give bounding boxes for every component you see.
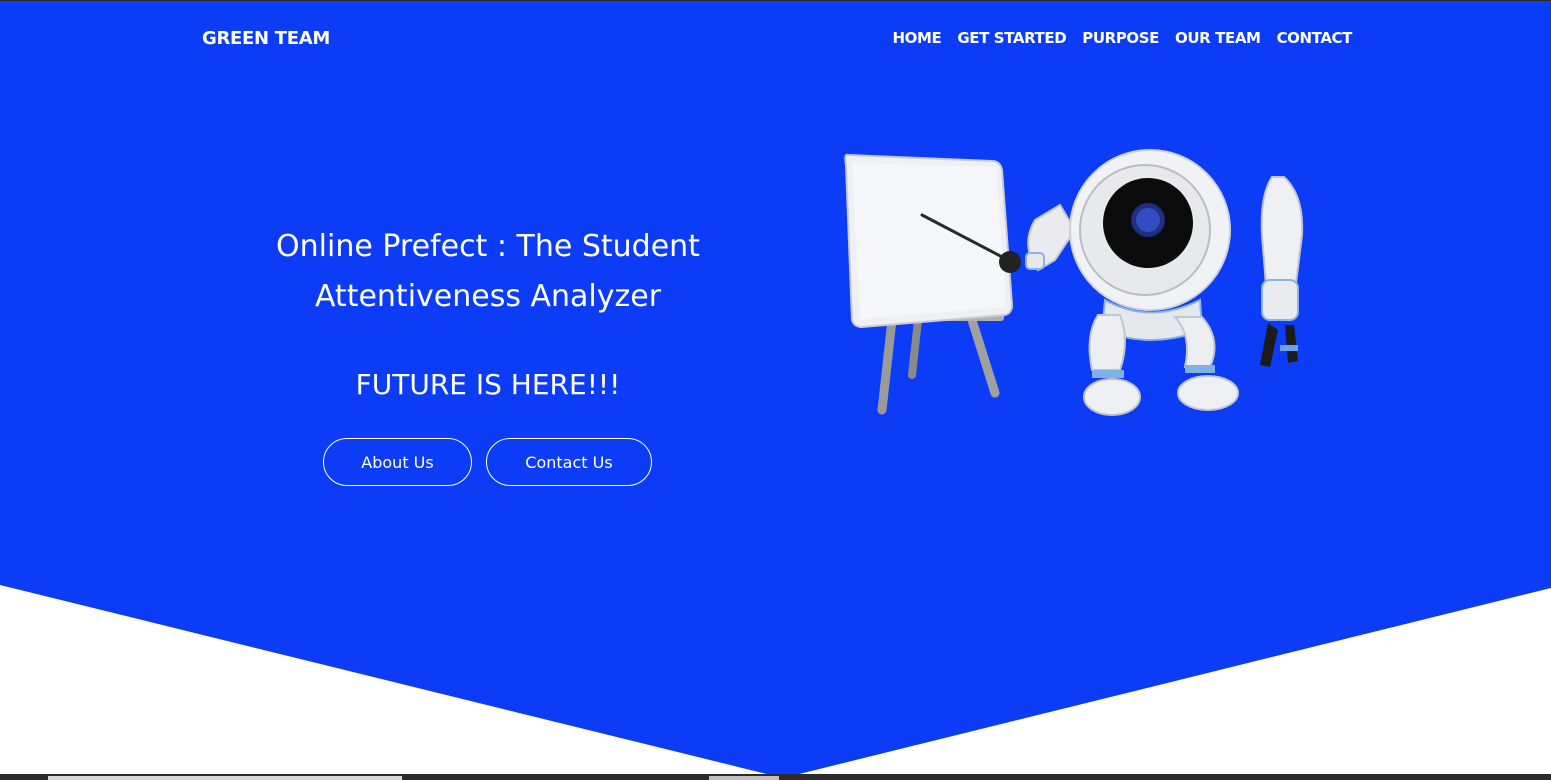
contact-us-button[interactable]: Contact Us [486,438,652,486]
bottom-highlight-1 [48,776,402,780]
robot-illustration [844,149,1304,416]
bottom-highlight-2 [709,776,779,780]
easel-icon [844,153,1014,415]
hero-title-line1: Online Prefect : The Student [276,229,700,264]
about-us-button[interactable]: About Us [323,438,472,486]
nav-our-team[interactable]: OUR TEAM [1175,29,1261,47]
hero-title-line2: Attentiveness Analyzer [314,279,662,314]
nav-purpose[interactable]: PURPOSE [1082,29,1159,47]
nav-home[interactable]: HOME [893,29,942,47]
top-border [0,0,1551,1]
robot-icon [999,149,1304,416]
nav-get-started[interactable]: GET STARTED [957,29,1066,47]
nav-contact[interactable]: CONTACT [1277,29,1353,47]
hero-title: Online Prefect : The Student Attentivene… [238,222,738,322]
main-nav: HOME GET STARTED PURPOSE OUR TEAM CONTAC… [893,29,1353,47]
hero-subtitle: FUTURE IS HERE!!! [355,368,621,401]
page: GREEN TEAM HOME GET STARTED PURPOSE OUR … [0,0,1551,780]
brand-logo[interactable]: GREEN TEAM [202,28,330,49]
